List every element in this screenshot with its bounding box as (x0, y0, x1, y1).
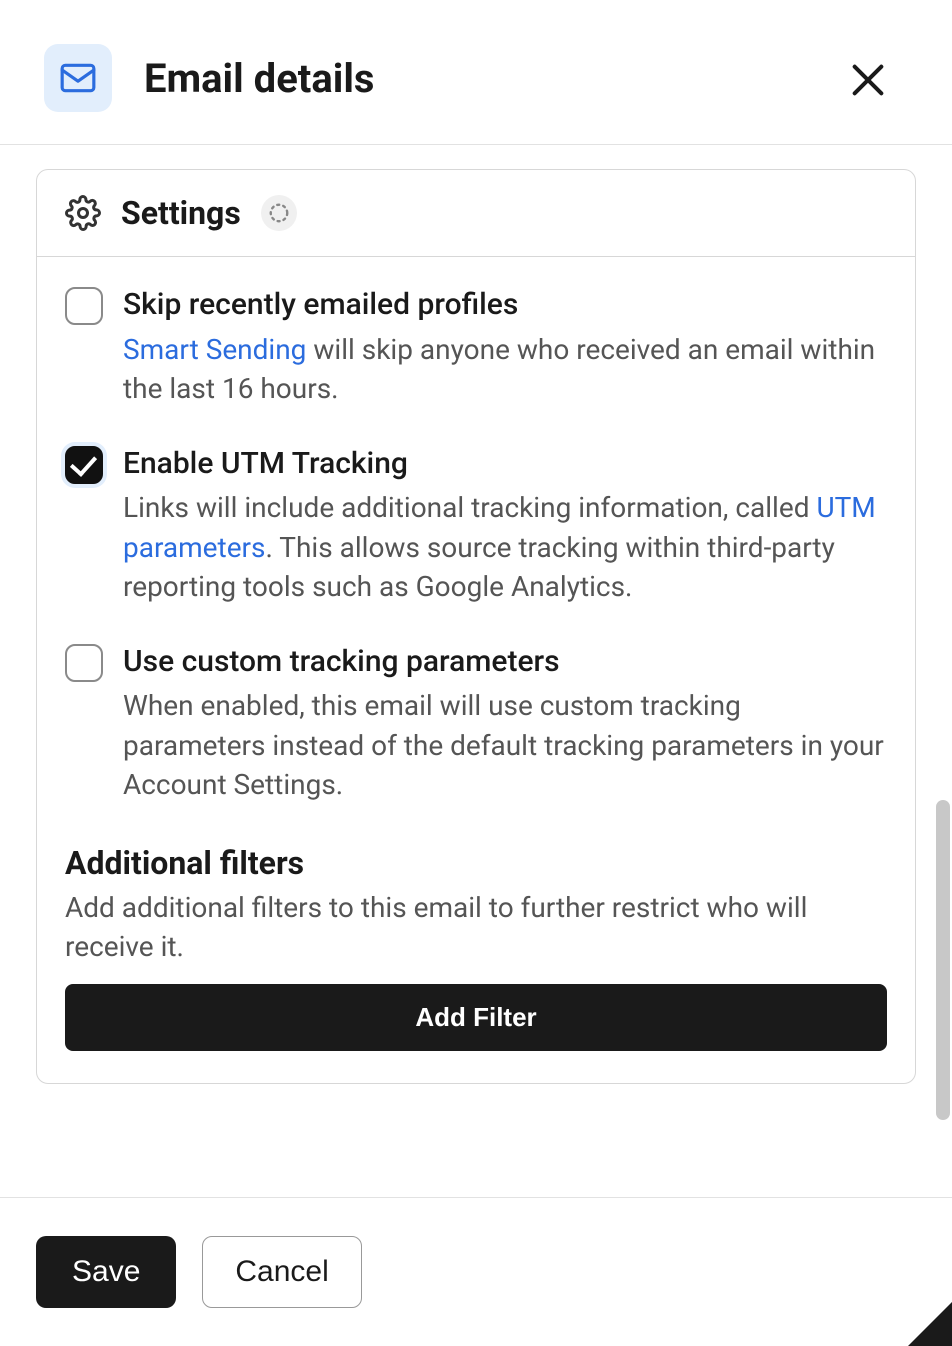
custom-tracking-text: Use custom tracking parameters When enab… (123, 642, 887, 804)
cancel-button[interactable]: Cancel (202, 1236, 361, 1308)
dialog-footer: Save Cancel (0, 1197, 952, 1346)
enable-utm-tracking-label: Enable UTM Tracking (123, 444, 887, 485)
smart-sending-link[interactable]: Smart Sending (123, 333, 306, 366)
close-icon (848, 60, 888, 100)
add-filter-button[interactable]: Add Filter (65, 984, 887, 1051)
settings-panel-title: Settings (121, 194, 241, 232)
option-enable-utm-tracking: Enable UTM Tracking Links will include a… (65, 444, 887, 606)
custom-tracking-desc: When enabled, this email will use custom… (123, 686, 887, 804)
additional-filters-title: Additional filters (65, 844, 887, 882)
settings-panel-header: Settings (37, 170, 915, 257)
settings-panel-body: Skip recently emailed profiles Smart Sen… (37, 257, 915, 1083)
additional-filters-desc: Add additional filters to this email to … (65, 888, 887, 966)
close-button[interactable] (846, 58, 890, 102)
option-skip-recently-emailed: Skip recently emailed profiles Smart Sen… (65, 285, 887, 408)
enable-utm-tracking-desc: Links will include additional tracking i… (123, 488, 887, 606)
skip-recently-emailed-text: Skip recently emailed profiles Smart Sen… (123, 285, 887, 408)
enable-utm-tracking-text: Enable UTM Tracking Links will include a… (123, 444, 887, 606)
save-button[interactable]: Save (36, 1236, 176, 1308)
scrollbar-track[interactable] (934, 170, 952, 1130)
mail-icon (59, 59, 97, 97)
mail-icon-badge (44, 44, 112, 112)
skip-recently-emailed-label: Skip recently emailed profiles (123, 285, 887, 326)
custom-tracking-label: Use custom tracking parameters (123, 642, 887, 683)
gear-icon (65, 195, 101, 231)
enable-utm-tracking-checkbox[interactable] (65, 446, 103, 484)
option-custom-tracking-parameters: Use custom tracking parameters When enab… (65, 642, 887, 804)
spinner-icon (268, 202, 290, 224)
loading-spinner (261, 195, 297, 231)
dialog-header: Email details (0, 0, 952, 145)
resize-handle[interactable] (908, 1302, 952, 1346)
dialog-body: Settings Skip recently emailed profiles … (0, 145, 952, 1113)
utm-desc-before: Links will include additional tracking i… (123, 491, 816, 524)
scrollbar-thumb[interactable] (936, 800, 950, 1120)
skip-recently-emailed-checkbox[interactable] (65, 287, 103, 325)
custom-tracking-checkbox[interactable] (65, 644, 103, 682)
settings-panel: Settings Skip recently emailed profiles … (36, 169, 916, 1084)
skip-recently-emailed-desc: Smart Sending will skip anyone who recei… (123, 330, 887, 408)
dialog-title: Email details (144, 55, 374, 102)
